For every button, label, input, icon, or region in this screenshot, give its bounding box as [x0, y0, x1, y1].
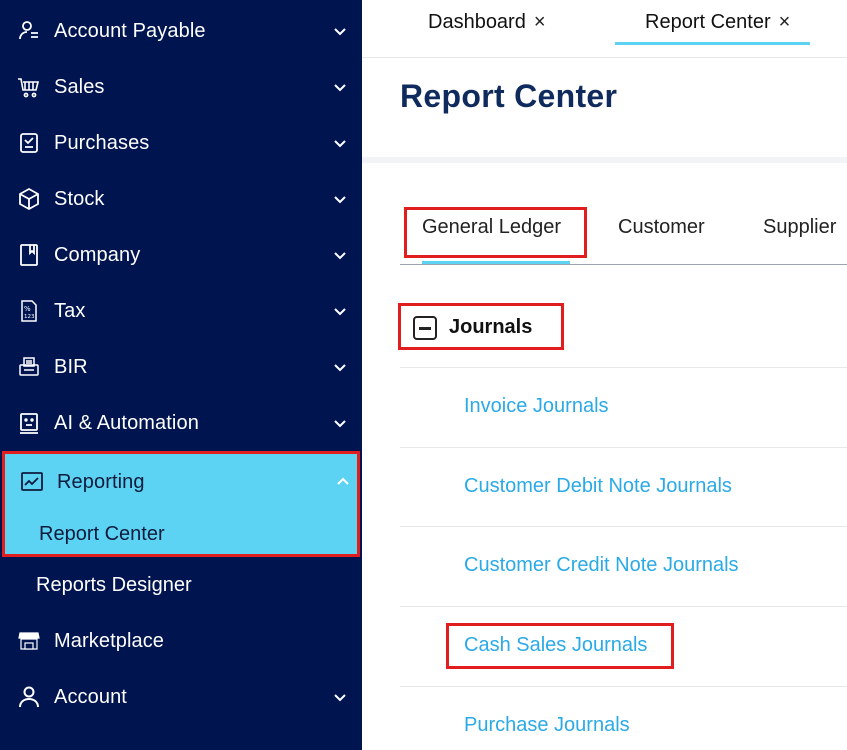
sidebar-subitem-label: Report Center — [39, 522, 165, 545]
store-icon — [16, 628, 42, 654]
sidebar-item-purchases[interactable]: Purchases — [0, 115, 362, 171]
sidebar-subitem-report-center[interactable]: Report Center — [3, 507, 365, 561]
tab-dashboard[interactable]: Dashboard × — [428, 0, 546, 44]
header-divider — [362, 157, 847, 163]
sidebar-item-label: Tax — [54, 299, 86, 322]
close-icon[interactable]: × — [779, 11, 791, 34]
report-tabs-divider — [400, 264, 847, 265]
tab-report-center[interactable]: Report Center × — [645, 0, 790, 44]
chevron-down-icon — [332, 135, 348, 151]
sidebar-item-label: BIR — [54, 355, 88, 378]
reporting-section-highlight: Reporting Report Center — [2, 451, 360, 557]
sidebar-item-reporting[interactable]: Reporting — [3, 454, 365, 510]
link-invoice-journals[interactable]: Invoice Journals — [464, 395, 609, 418]
sidebar-item-account-payable[interactable]: Account Payable — [0, 3, 362, 59]
tax-icon: % 123 — [16, 298, 42, 324]
chevron-down-icon — [332, 689, 348, 705]
robot-icon — [16, 410, 42, 436]
svg-text:%: % — [24, 305, 31, 313]
sidebar-item-bir[interactable]: BIR — [0, 339, 362, 395]
sidebar-item-label: Stock — [54, 187, 105, 210]
link-customer-debit-note-journals[interactable]: Customer Debit Note Journals — [464, 475, 732, 498]
row-divider — [400, 526, 847, 527]
receipt-icon — [16, 130, 42, 156]
sidebar-item-label: Sales — [54, 75, 105, 98]
collapse-icon[interactable] — [413, 316, 437, 340]
tab-supplier[interactable]: Supplier — [763, 216, 836, 239]
chevron-down-icon — [332, 247, 348, 263]
sidebar-item-account[interactable]: Account — [0, 669, 362, 725]
close-icon[interactable]: × — [534, 11, 546, 34]
cash-sales-highlight — [446, 623, 674, 669]
sidebar-item-label: Reporting — [57, 470, 145, 493]
chevron-up-icon — [335, 474, 351, 490]
chevron-down-icon — [332, 303, 348, 319]
chevron-down-icon — [332, 359, 348, 375]
sidebar-item-stock[interactable]: Stock — [0, 171, 362, 227]
row-divider — [400, 686, 847, 687]
general-ledger-highlight — [404, 207, 587, 258]
link-purchase-journals[interactable]: Purchase Journals — [464, 714, 630, 737]
sidebar-item-marketplace[interactable]: Marketplace — [0, 613, 362, 669]
active-tab-indicator — [615, 42, 810, 45]
sidebar-item-company[interactable]: Company — [0, 227, 362, 283]
tab-label: Report Center — [645, 10, 771, 33]
bir-icon — [16, 354, 42, 380]
sidebar-item-label: Account Payable — [54, 19, 206, 42]
sidebar-subitem-label: Reports Designer — [36, 573, 192, 596]
book-icon — [16, 242, 42, 268]
tab-label: Dashboard — [428, 10, 526, 33]
sidebar-item-label: Purchases — [54, 131, 150, 154]
sidebar-item-ai-automation[interactable]: AI & Automation — [0, 395, 362, 451]
tab-customer[interactable]: Customer — [618, 216, 705, 239]
user-icon — [16, 684, 42, 710]
row-divider — [400, 606, 847, 607]
sidebar-item-label: Account — [54, 685, 127, 708]
link-customer-credit-note-journals[interactable]: Customer Credit Note Journals — [464, 554, 739, 577]
sidebar-item-label: AI & Automation — [54, 411, 199, 434]
cart-icon — [16, 74, 42, 100]
chevron-down-icon — [332, 79, 348, 95]
page-title: Report Center — [400, 78, 618, 114]
chevron-down-icon — [332, 415, 348, 431]
sidebar: Account Payable Sales Purchases Stock Co… — [0, 0, 362, 750]
box-icon — [16, 186, 42, 212]
row-divider — [400, 367, 847, 368]
sidebar-subitem-reports-designer[interactable]: Reports Designer — [0, 558, 362, 612]
account-payable-icon — [16, 18, 42, 44]
journals-heading: Journals — [449, 316, 533, 338]
sidebar-item-sales[interactable]: Sales — [0, 59, 362, 115]
chart-icon — [19, 469, 45, 495]
row-divider — [400, 447, 847, 448]
svg-text:123: 123 — [24, 314, 35, 320]
chevron-down-icon — [332, 23, 348, 39]
chevron-down-icon — [332, 191, 348, 207]
sidebar-item-tax[interactable]: % 123 Tax — [0, 283, 362, 339]
sidebar-item-label: Company — [54, 243, 141, 266]
sidebar-item-label: Marketplace — [54, 629, 165, 652]
